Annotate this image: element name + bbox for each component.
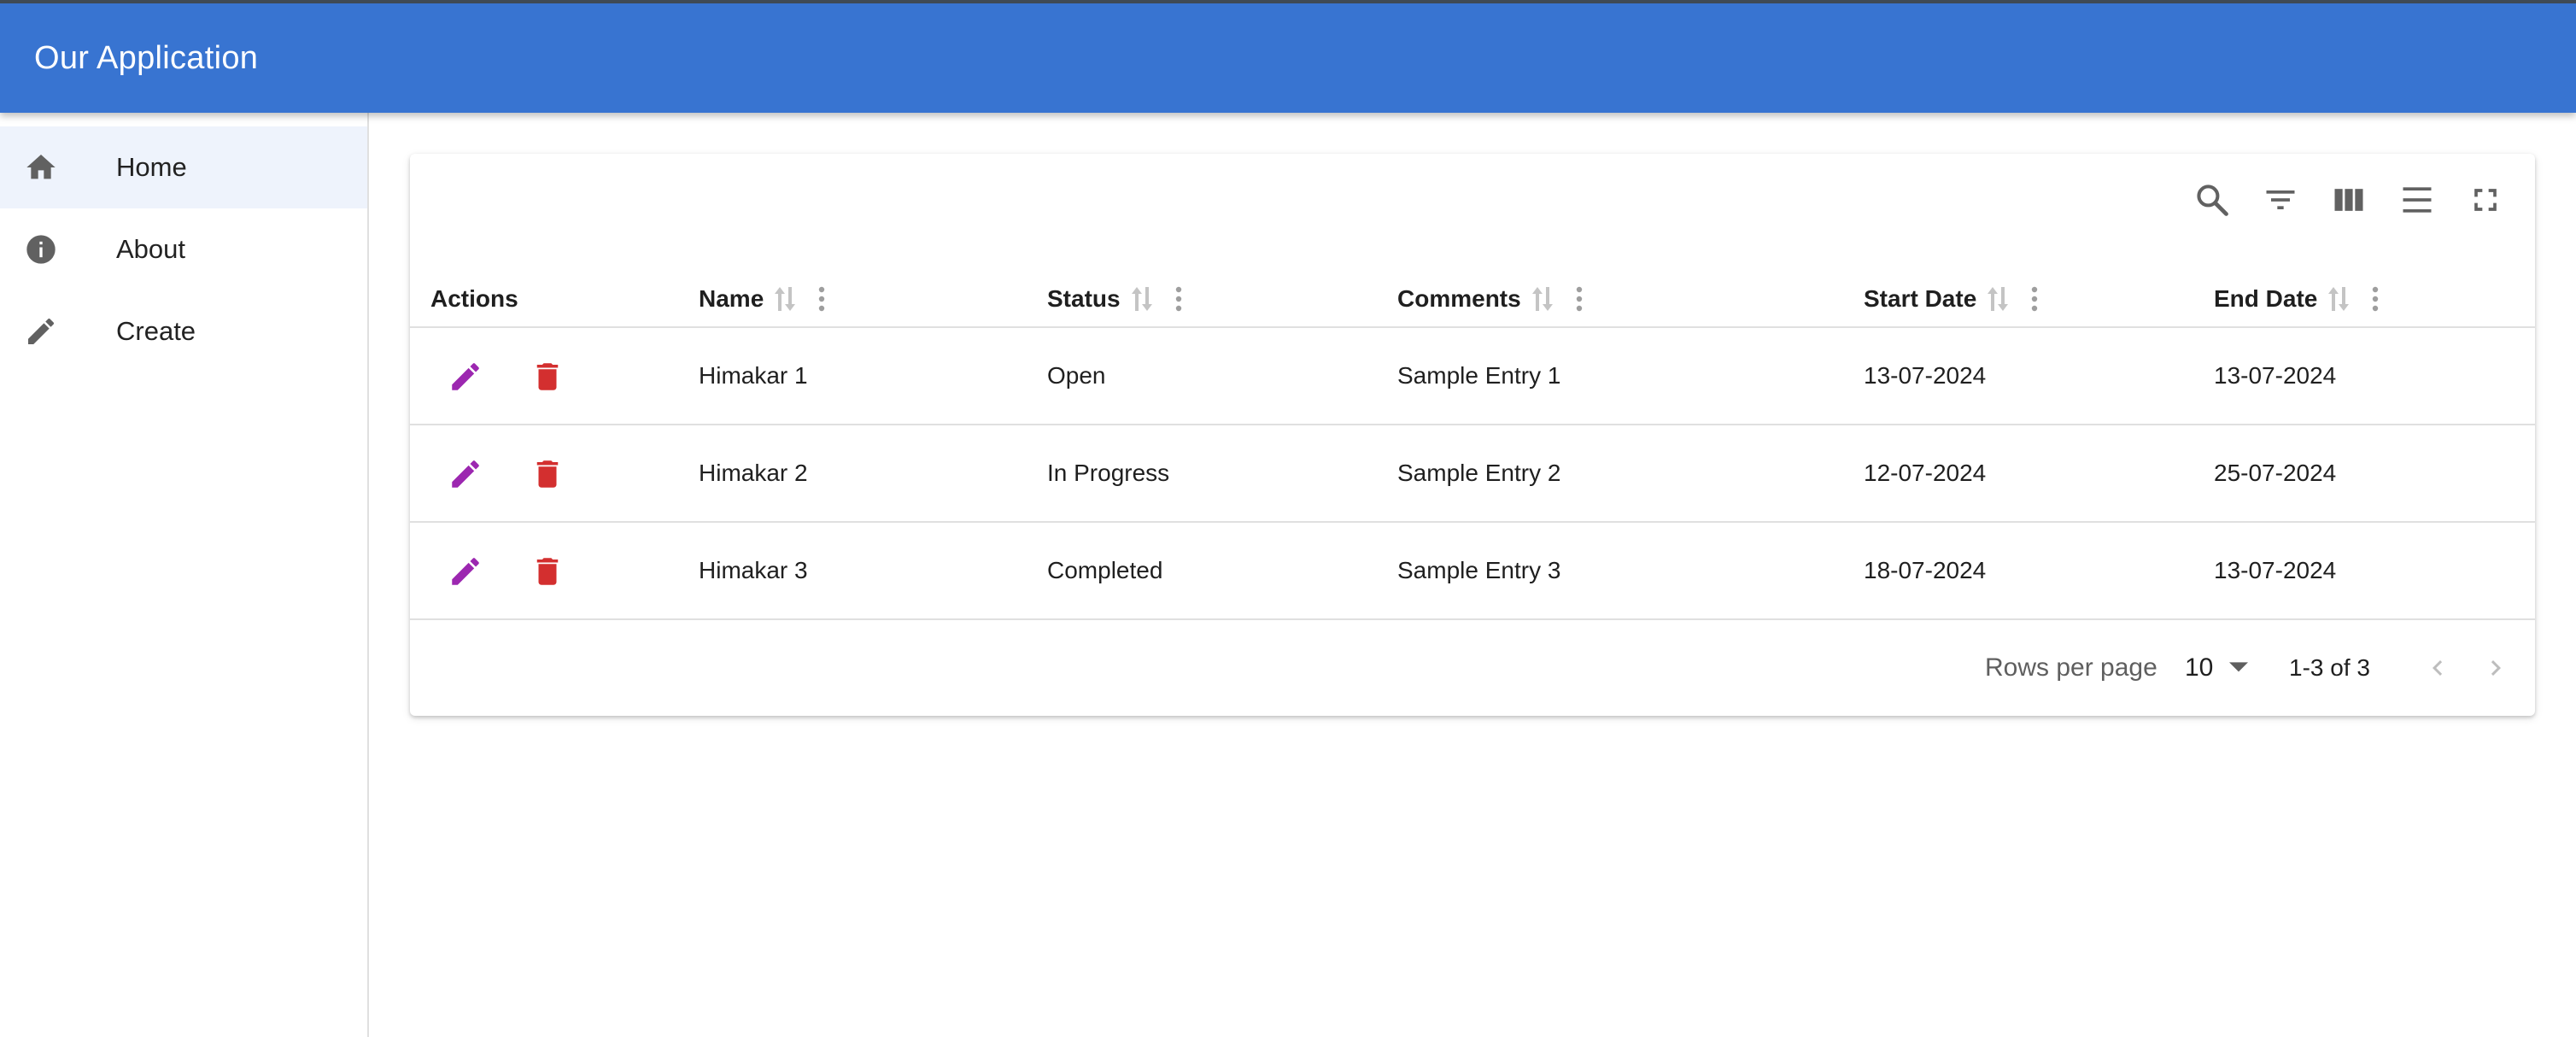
column-header-label: End Date	[2214, 285, 2318, 312]
column-menu-icon[interactable]	[817, 285, 827, 313]
app-title: Our Application	[34, 39, 259, 76]
chevron-left-icon[interactable]	[2422, 653, 2453, 683]
chevron-right-icon[interactable]	[2480, 653, 2511, 683]
cell-comments: Sample Entry 1	[1397, 362, 1561, 389]
sort-icon[interactable]	[1531, 285, 1554, 313]
cell-start-date: 13-07-2024	[1864, 362, 1987, 389]
column-header-label: Comments	[1397, 285, 1521, 312]
pagination-bar: Rows per page 10 1-3 of 3	[410, 620, 2535, 716]
sidebar-item-create[interactable]: Create	[0, 290, 367, 372]
sidebar-item-label: Home	[116, 152, 187, 182]
cell-status: Open	[1047, 362, 1106, 389]
rows-per-page-label: Rows per page	[1985, 653, 2157, 682]
column-header-label: Name	[699, 285, 764, 312]
cell-comments: Sample Entry 2	[1397, 460, 1561, 486]
column-menu-icon[interactable]	[1574, 285, 1584, 313]
column-header-actions: Actions	[430, 273, 518, 325]
sidebar: Home About Create	[0, 113, 369, 1037]
rows-per-page-select[interactable]: 10	[2185, 644, 2253, 692]
pencil-icon	[28, 318, 55, 344]
table-row: Himakar 1 Open Sample Entry 1 13-07-2024…	[410, 328, 2535, 425]
caret-down-icon	[2229, 662, 2248, 672]
cell-end-date: 13-07-2024	[2214, 557, 2337, 583]
cell-name: Himakar 2	[699, 460, 808, 486]
column-header-end-date[interactable]: End Date	[2214, 273, 2380, 325]
sort-icon[interactable]	[1987, 285, 2009, 313]
cell-name: Himakar 1	[699, 362, 808, 389]
column-menu-icon[interactable]	[1174, 285, 1184, 313]
table-row: Himakar 3 Completed Sample Entry 3 18-07…	[410, 523, 2535, 620]
delete-icon[interactable]	[530, 359, 565, 395]
cell-status: Completed	[1047, 557, 1163, 583]
fullscreen-icon[interactable]	[2467, 181, 2504, 219]
cell-start-date: 12-07-2024	[1864, 460, 1987, 486]
delete-icon[interactable]	[530, 456, 565, 492]
column-header-start-date[interactable]: Start Date	[1864, 273, 2040, 325]
sidebar-item-label: Create	[116, 316, 196, 346]
column-header-comments[interactable]: Comments	[1397, 273, 1584, 325]
sort-icon[interactable]	[2327, 285, 2350, 313]
sidebar-item-about[interactable]: About	[0, 208, 367, 290]
edit-icon[interactable]	[448, 554, 483, 589]
sidebar-item-home[interactable]: Home	[0, 126, 367, 208]
column-header-label: Start Date	[1864, 285, 1977, 312]
data-table-card: Actions Name Status Comments Start Date …	[410, 154, 2535, 716]
delete-icon[interactable]	[530, 554, 565, 589]
edit-icon[interactable]	[448, 456, 483, 492]
column-menu-icon[interactable]	[2029, 285, 2040, 313]
cell-status: In Progress	[1047, 460, 1170, 486]
info-icon	[26, 235, 56, 264]
sort-icon[interactable]	[1131, 285, 1153, 313]
search-icon[interactable]	[2193, 181, 2231, 219]
edit-icon[interactable]	[448, 359, 483, 395]
cell-comments: Sample Entry 3	[1397, 557, 1561, 583]
app-bar: Our Application	[0, 0, 2576, 113]
column-header-label: Status	[1047, 285, 1121, 312]
columns-icon[interactable]	[2330, 181, 2368, 219]
rows-per-page-value: 10	[2185, 653, 2214, 682]
page-range: 1-3 of 3	[2289, 654, 2370, 681]
sidebar-item-label: About	[116, 234, 186, 264]
home-icon	[26, 155, 56, 179]
cell-start-date: 18-07-2024	[1864, 557, 1987, 583]
column-menu-icon[interactable]	[2370, 285, 2380, 313]
column-header-status[interactable]: Status	[1047, 273, 1184, 325]
cell-end-date: 13-07-2024	[2214, 362, 2337, 389]
cell-end-date: 25-07-2024	[2214, 460, 2337, 486]
filter-icon[interactable]	[2262, 181, 2299, 219]
column-header-label: Actions	[430, 285, 518, 312]
cell-name: Himakar 3	[699, 557, 808, 583]
sort-icon[interactable]	[774, 285, 796, 313]
density-icon[interactable]	[2398, 181, 2436, 219]
table-row: Himakar 2 In Progress Sample Entry 2 12-…	[410, 425, 2535, 523]
column-header-name[interactable]: Name	[699, 273, 827, 325]
